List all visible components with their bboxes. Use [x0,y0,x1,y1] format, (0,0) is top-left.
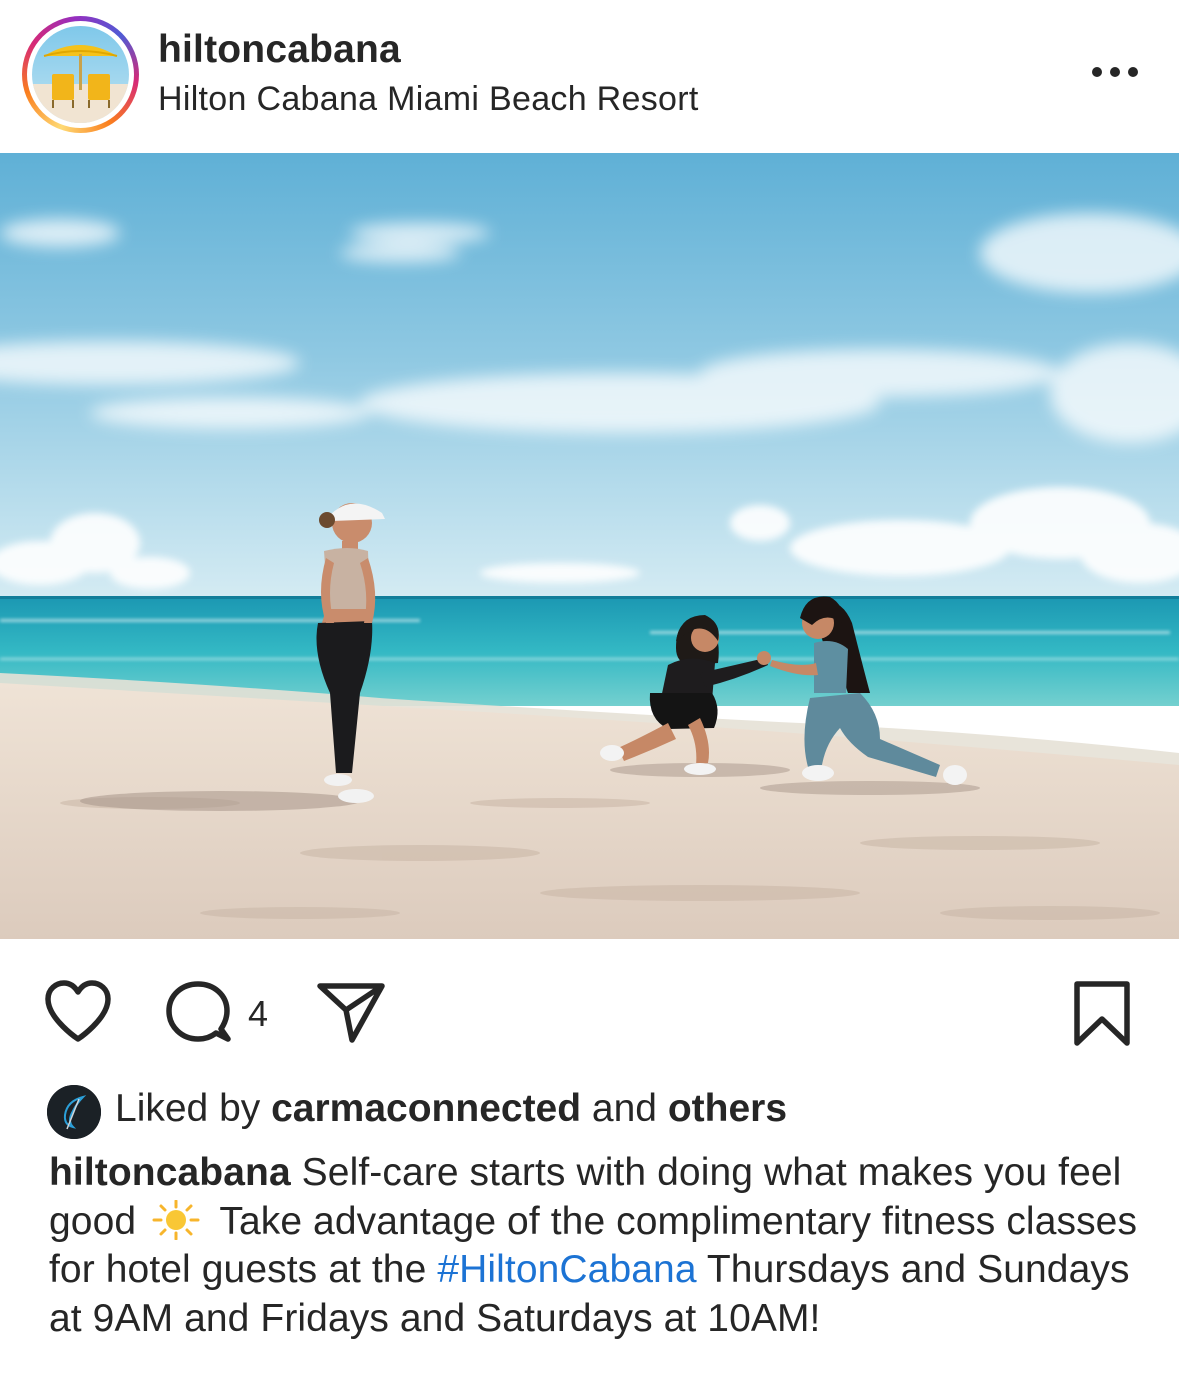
share-button[interactable] [316,980,388,1046]
sun-emoji-icon [151,1199,201,1240]
avatar-image [32,26,129,123]
comment-icon [166,981,231,1042]
more-horizontal-icon [1092,67,1102,77]
post-image[interactable] [0,153,1179,939]
likes-text: Liked by carmaconnected and others [115,1087,788,1130]
profile-avatar[interactable] [22,16,139,133]
like-button[interactable] [42,977,114,1049]
post-caption: hiltoncabana Self-care starts with doing… [49,1149,1149,1343]
likes-others-link[interactable]: others [668,1087,787,1130]
post-actions: 4 [0,975,1179,1050]
post-username[interactable]: hiltoncabana [158,28,401,72]
caption-hashtag[interactable]: #HiltonCabana [437,1248,696,1291]
more-options-button[interactable] [1080,52,1150,92]
send-icon [317,983,385,1043]
heart-icon [45,980,111,1042]
bookmark-icon [1074,981,1130,1046]
comment-count[interactable]: 4 [248,993,268,1035]
likes-summary[interactable]: Liked by carmaconnected and others [47,1083,1147,1139]
post-location[interactable]: Hilton Cabana Miami Beach Resort [158,80,699,119]
caption-username[interactable]: hiltoncabana [49,1151,291,1194]
comment-button[interactable] [163,979,235,1051]
instagram-post: hiltoncabana Hilton Cabana Miami Beach R… [0,0,1179,1394]
post-header: hiltoncabana Hilton Cabana Miami Beach R… [0,0,1179,153]
liker-username[interactable]: carmaconnected [271,1087,581,1130]
save-button[interactable] [1072,979,1132,1049]
liker-avatar[interactable] [47,1085,101,1139]
